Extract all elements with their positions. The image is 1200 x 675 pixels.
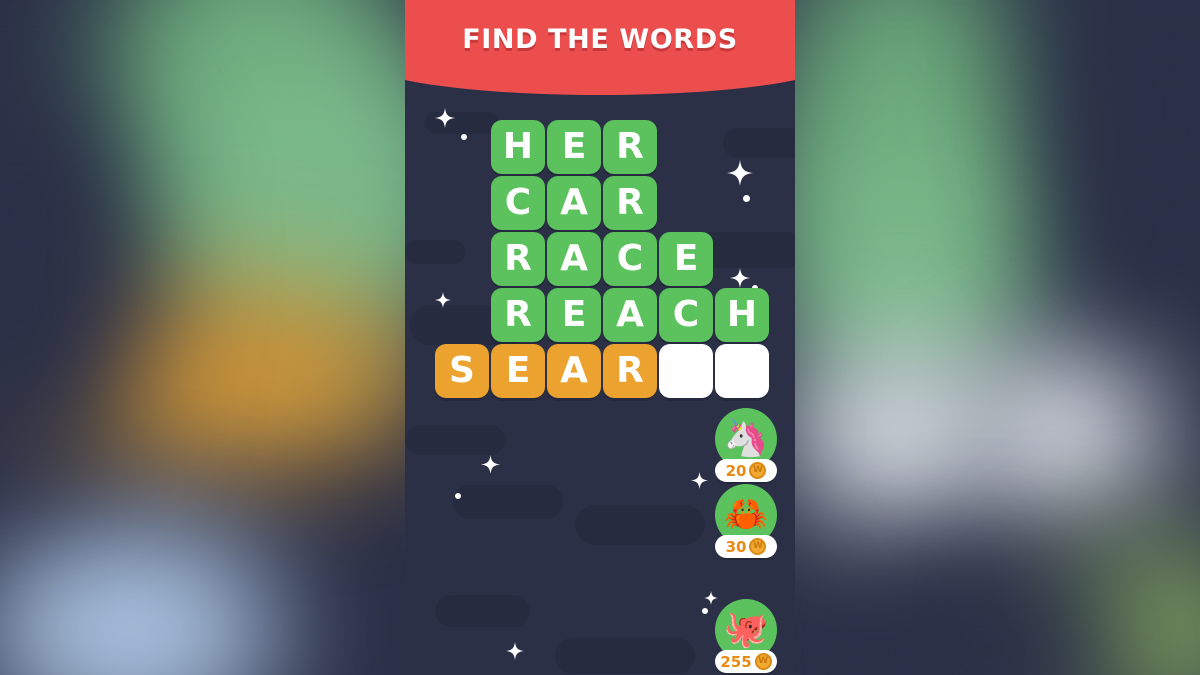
letter-tile: S: [435, 344, 489, 398]
reward-amount-pill: 255 W: [715, 650, 777, 673]
letter-tile: A: [547, 344, 601, 398]
letter-tile: A: [547, 232, 601, 286]
coin-icon: W: [754, 653, 772, 670]
reward-amount: 30: [725, 537, 747, 556]
reward-amount-pill: 30 W: [715, 535, 777, 558]
word-grid: HERCARRACEREACHSEAR: [405, 0, 795, 675]
letter-tile: C: [659, 288, 713, 342]
coin-icon: W: [749, 538, 767, 555]
background-blob: [1060, 0, 1200, 280]
reward-amount: 255: [720, 652, 752, 671]
letter-tile: H: [491, 120, 545, 174]
letter-tile: R: [603, 344, 657, 398]
letter-tile: R: [491, 232, 545, 286]
background-blob: [790, 345, 1000, 525]
background-blob: [970, 350, 1160, 520]
letter-tile: E: [659, 232, 713, 286]
letter-tile: R: [603, 176, 657, 230]
reward-amount: 20: [725, 461, 747, 480]
reward-item[interactable]: 🦀 30 W: [715, 484, 777, 558]
reward-amount-pill: 20 W: [715, 459, 777, 482]
letter-tile: H: [715, 288, 769, 342]
letter-tile-empty: [659, 344, 713, 398]
reward-item[interactable]: 🐙 255 W: [715, 599, 777, 673]
coin-icon: W: [749, 462, 767, 479]
game-panel: FIND THE WORDS HERCARRACEREACHSEAR 🦄 20 …: [405, 0, 795, 675]
reward-item[interactable]: 🦄 20 W: [715, 408, 777, 482]
letter-tile: A: [603, 288, 657, 342]
letter-tile: C: [603, 232, 657, 286]
letter-tile: A: [547, 176, 601, 230]
background-blob: [0, 520, 280, 675]
letter-tile: R: [603, 120, 657, 174]
letter-tile-empty: [715, 344, 769, 398]
letter-tile: E: [547, 120, 601, 174]
letter-tile: C: [491, 176, 545, 230]
letter-tile: E: [491, 344, 545, 398]
letter-tile: R: [491, 288, 545, 342]
letter-tile: E: [547, 288, 601, 342]
